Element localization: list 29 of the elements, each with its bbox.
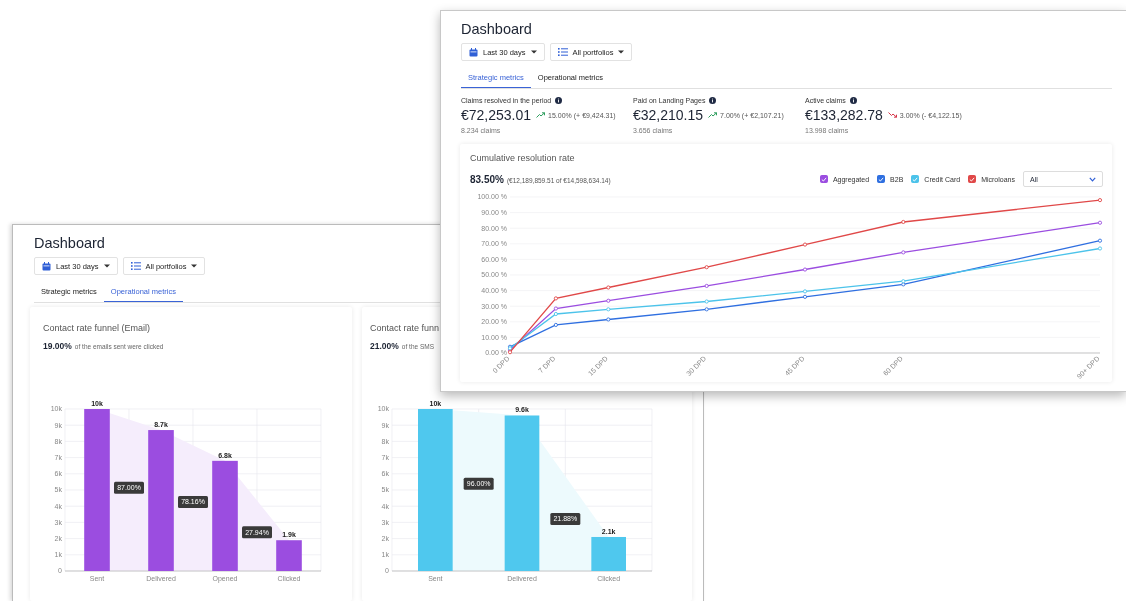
caret-icon — [618, 50, 625, 54]
metric-value: €32,210.15 — [633, 107, 704, 123]
info-icon — [555, 97, 563, 104]
chevron-down-icon — [1089, 176, 1096, 182]
calendar-icon — [42, 261, 51, 271]
list-icon — [557, 48, 568, 56]
legend-checkbox[interactable] — [968, 175, 977, 183]
calendar-icon — [469, 47, 478, 57]
bar — [591, 537, 626, 571]
caret-icon — [191, 264, 198, 268]
page-title: Dashboard — [461, 21, 532, 37]
chart-title: Contact rate funnel (Email) — [43, 323, 152, 333]
page-title: Dashboard — [34, 235, 105, 251]
caret-icon — [103, 264, 110, 268]
rate-value: 83.50% — [470, 173, 504, 185]
chart-title: Cumulative resolution rate — [470, 153, 576, 163]
legend-checkbox[interactable] — [877, 175, 886, 183]
metric-value: €133,282.78 — [805, 107, 883, 123]
chart-title: Contact rate funn — [370, 323, 441, 333]
caret-icon — [530, 50, 537, 54]
info-icon — [849, 97, 857, 104]
legend-checkbox[interactable] — [819, 175, 828, 183]
rate-value: 21.00% — [370, 341, 399, 351]
rate-value: 19.00% — [43, 341, 72, 351]
bar — [276, 540, 302, 571]
list-icon — [130, 262, 141, 270]
info-icon — [709, 97, 717, 104]
legend-checkbox[interactable] — [911, 175, 920, 183]
metric-value: €72,253.01 — [461, 107, 532, 123]
